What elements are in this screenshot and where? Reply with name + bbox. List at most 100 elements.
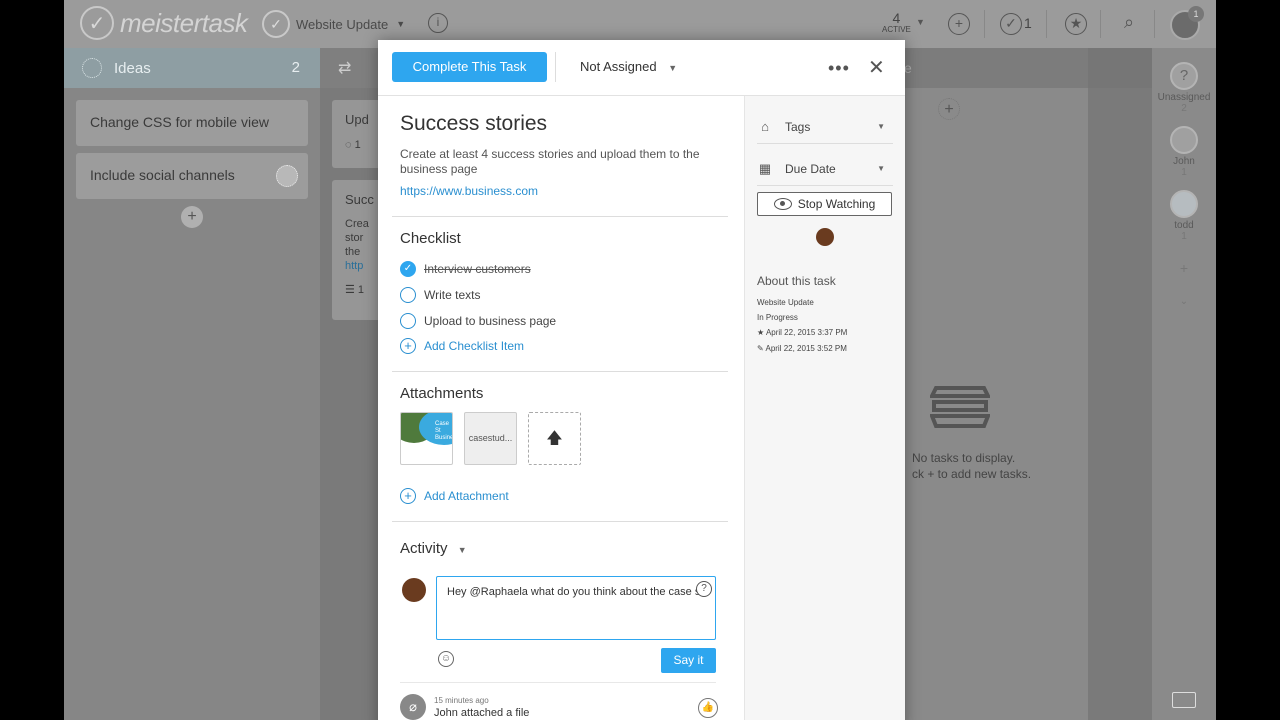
checkmark-icon[interactable]: ✓ bbox=[1000, 13, 1022, 35]
search-icon[interactable]: ⌕ bbox=[1118, 13, 1140, 35]
notification-badge[interactable]: 1 bbox=[1188, 6, 1204, 22]
chevron-down-icon[interactable]: ⌄ bbox=[1176, 296, 1192, 312]
about-project[interactable]: Website Update bbox=[757, 298, 814, 307]
activity-text: John attached a file bbox=[434, 707, 530, 719]
attachment-thumbnail[interactable]: Case St Busine bbox=[400, 412, 453, 465]
say-it-button[interactable]: Say it bbox=[661, 648, 716, 673]
active-tasks-counter[interactable]: 4 ACTIVE bbox=[882, 11, 911, 34]
add-assignee-icon[interactable]: + bbox=[1176, 260, 1192, 276]
divider bbox=[1154, 10, 1155, 38]
column-ideas: Ideas 2 Change CSS for mobile view Inclu… bbox=[64, 48, 320, 720]
column-header-ideas[interactable]: Ideas 2 bbox=[64, 48, 320, 88]
add-icon: + bbox=[400, 338, 416, 354]
tags-label: Tags bbox=[785, 119, 811, 134]
calendar-icon: ▦ bbox=[758, 160, 772, 176]
divider bbox=[392, 371, 728, 372]
about-created: ★ April 22, 2015 3:37 PM bbox=[757, 328, 847, 337]
attachment-file[interactable]: casestud... bbox=[464, 412, 517, 465]
column-header-in-progress[interactable]: ⇄ bbox=[320, 48, 384, 88]
empty-line-1: No tasks to display. bbox=[912, 451, 1016, 465]
add-checklist-label: Add Checklist Item bbox=[424, 339, 525, 353]
activity-title: Activity bbox=[400, 540, 448, 557]
task-card[interactable]: Succ Crea stor the http ☰ 1 bbox=[332, 180, 384, 320]
task-detail-modal: Complete This Task Not Assigned ▼ ••• ✕ … bbox=[378, 40, 905, 720]
logo[interactable]: ✓ meistertask bbox=[80, 6, 248, 40]
thumbs-up-icon[interactable]: 👍 bbox=[698, 698, 718, 718]
info-icon[interactable]: i bbox=[428, 13, 448, 33]
assignee-count: 1 bbox=[1181, 167, 1187, 178]
add-icon: + bbox=[400, 488, 416, 504]
stop-watching-button[interactable]: Stop Watching bbox=[757, 192, 892, 216]
about-edited: ✎ April 22, 2015 3:52 PM bbox=[757, 344, 847, 353]
avatar bbox=[276, 165, 298, 187]
task-link[interactable]: https://www.business.com bbox=[400, 184, 538, 198]
checklist-item[interactable]: Write texts bbox=[400, 287, 480, 303]
tags-field[interactable]: ⌂ Tags ▼ bbox=[757, 110, 893, 144]
created-date: April 22, 2015 3:37 PM bbox=[765, 328, 848, 337]
checklist-item[interactable]: Upload to business page bbox=[400, 313, 556, 329]
unchecked-icon[interactable] bbox=[400, 313, 416, 329]
task-card[interactable]: Include social channels bbox=[76, 153, 308, 199]
eye-icon bbox=[773, 198, 792, 210]
column-header-next[interactable] bbox=[1088, 48, 1152, 88]
emoji-icon[interactable]: ☺ bbox=[438, 651, 454, 667]
assignee-unassigned[interactable]: ? Unassigned 2 bbox=[1152, 62, 1216, 114]
task-description[interactable]: Create at least 4 success stories and up… bbox=[400, 147, 700, 177]
more-options-icon[interactable]: ••• bbox=[828, 58, 850, 79]
thumbnail-text: Case St Busine bbox=[435, 421, 453, 441]
project-selector[interactable]: ✓ Website Update ▼ bbox=[262, 10, 405, 38]
assignee-todd[interactable]: todd 1 bbox=[1152, 190, 1216, 242]
empty-state-text: No tasks to display. ck + to add new tas… bbox=[912, 450, 1031, 482]
complete-task-button[interactable]: Complete This Task bbox=[392, 52, 547, 82]
active-label: ACTIVE bbox=[882, 25, 911, 34]
chevron-down-icon[interactable]: ▼ bbox=[916, 17, 925, 27]
activity-filter[interactable]: Activity ▼ bbox=[400, 540, 467, 557]
about-section[interactable]: In Progress bbox=[757, 313, 798, 322]
add-task-icon[interactable]: + bbox=[181, 206, 203, 228]
activity-time: 15 minutes ago bbox=[434, 696, 489, 705]
star-icon: ★ bbox=[757, 328, 766, 337]
add-task-icon[interactable]: + bbox=[938, 98, 960, 120]
task-title[interactable]: Success stories bbox=[400, 112, 547, 136]
divider bbox=[392, 521, 728, 522]
checklist-count-value: 1 bbox=[357, 284, 365, 296]
comment-input[interactable]: Hey @Raphaela what do you think about th… bbox=[436, 576, 716, 640]
column-in-progress: ⇄ Upd ◌ 1 Succ Crea stor the http ☰ 1 bbox=[320, 48, 384, 720]
task-main-panel: Success stories Create at least 4 succes… bbox=[378, 96, 744, 720]
collapse-panel-icon[interactable] bbox=[1172, 692, 1196, 708]
chevron-down-icon: ▼ bbox=[396, 19, 406, 29]
assignee-john[interactable]: John 1 bbox=[1152, 126, 1216, 178]
upload-icon[interactable]: 🡅 bbox=[528, 412, 581, 465]
checked-icon[interactable]: ✓ bbox=[400, 261, 416, 277]
watcher-avatar[interactable] bbox=[816, 228, 834, 246]
checks-count: 1 bbox=[1024, 15, 1032, 31]
empty-line-2: ck + to add new tasks. bbox=[912, 467, 1032, 481]
help-icon[interactable]: ? bbox=[696, 581, 712, 597]
attachments-title: Attachments bbox=[400, 385, 484, 402]
task-card[interactable]: Upd ◌ 1 bbox=[332, 100, 384, 168]
unchecked-icon[interactable] bbox=[400, 287, 416, 303]
close-icon[interactable]: ✕ bbox=[868, 55, 885, 80]
project-icon: ✓ bbox=[262, 10, 290, 38]
add-attachment-button[interactable]: + Add Attachment bbox=[400, 488, 509, 504]
checklist-item[interactable]: ✓ Interview customers bbox=[400, 261, 531, 277]
avatar bbox=[1170, 126, 1198, 154]
add-checklist-item-button[interactable]: + Add Checklist Item bbox=[400, 338, 524, 354]
checklist-item-label: Upload to business page bbox=[424, 314, 557, 328]
divider bbox=[392, 216, 728, 217]
chevron-down-icon: ▼ bbox=[877, 164, 885, 173]
task-card-title: Change CSS for mobile view bbox=[90, 114, 269, 130]
due-date-label: Due Date bbox=[785, 161, 836, 176]
checklist-title: Checklist bbox=[400, 230, 461, 247]
add-icon[interactable]: + bbox=[948, 13, 970, 35]
divider bbox=[555, 52, 556, 82]
stop-watching-label: Stop Watching bbox=[797, 197, 876, 211]
add-attachment-label: Add Attachment bbox=[424, 489, 509, 503]
star-icon[interactable]: ★ bbox=[1065, 13, 1087, 35]
assignee-selector[interactable]: Not Assigned ▼ bbox=[580, 59, 677, 74]
due-date-field[interactable]: ▦ Due Date ▼ bbox=[757, 152, 893, 186]
column-next bbox=[1088, 48, 1152, 720]
tag-icon: ⌂ bbox=[761, 118, 769, 134]
column-header-done[interactable]: e bbox=[904, 48, 1088, 88]
task-card[interactable]: Change CSS for mobile view bbox=[76, 100, 308, 146]
